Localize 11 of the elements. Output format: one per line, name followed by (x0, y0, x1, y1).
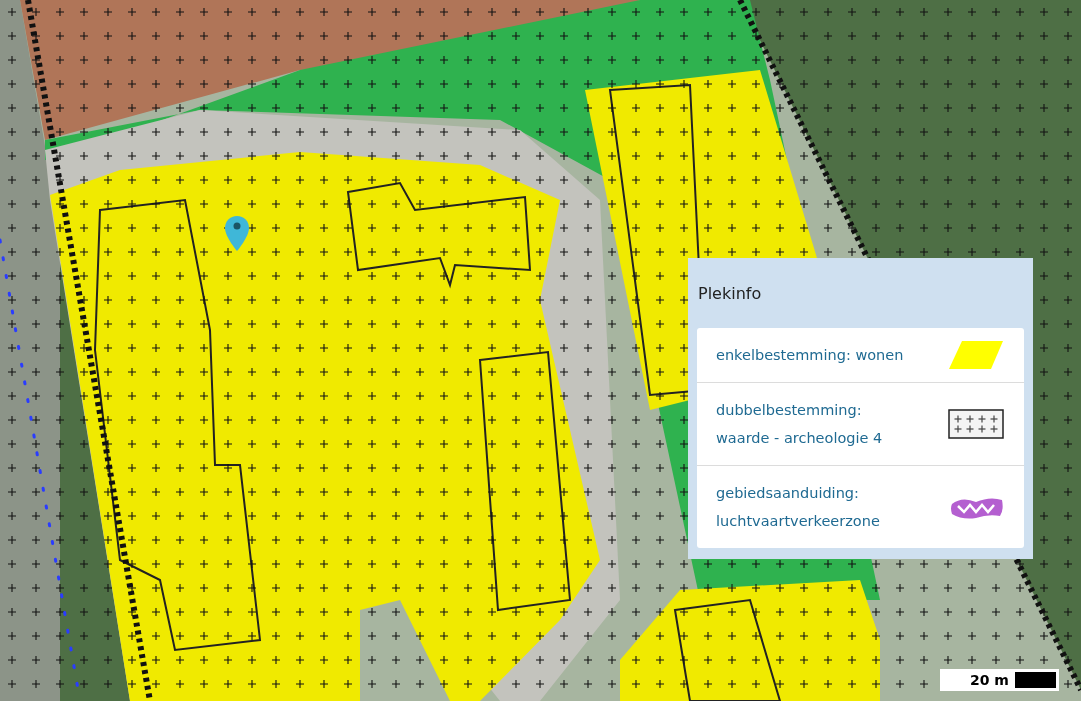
info-item-label: gebiedsaanduiding: luchtvaartverkeerzone (716, 484, 880, 531)
scale-label: 20 m (970, 671, 1009, 689)
popup-title: Plekinfo (697, 283, 763, 305)
info-item-label: enkelbestemming: wonen (716, 346, 904, 365)
info-item[interactable]: enkelbestemming: wonen (697, 328, 1024, 382)
plus-pattern-swatch-icon (948, 409, 1004, 439)
parallelogram-swatch-icon (948, 340, 1004, 370)
info-item[interactable]: dubbelbestemming: waarde - archeologie 4 (697, 382, 1024, 465)
map-pin-icon (224, 215, 250, 252)
info-item-label: dubbelbestemming: waarde - archeologie 4 (716, 401, 883, 448)
info-item[interactable]: gebiedsaanduiding: luchtvaartverkeerzone (697, 465, 1024, 548)
